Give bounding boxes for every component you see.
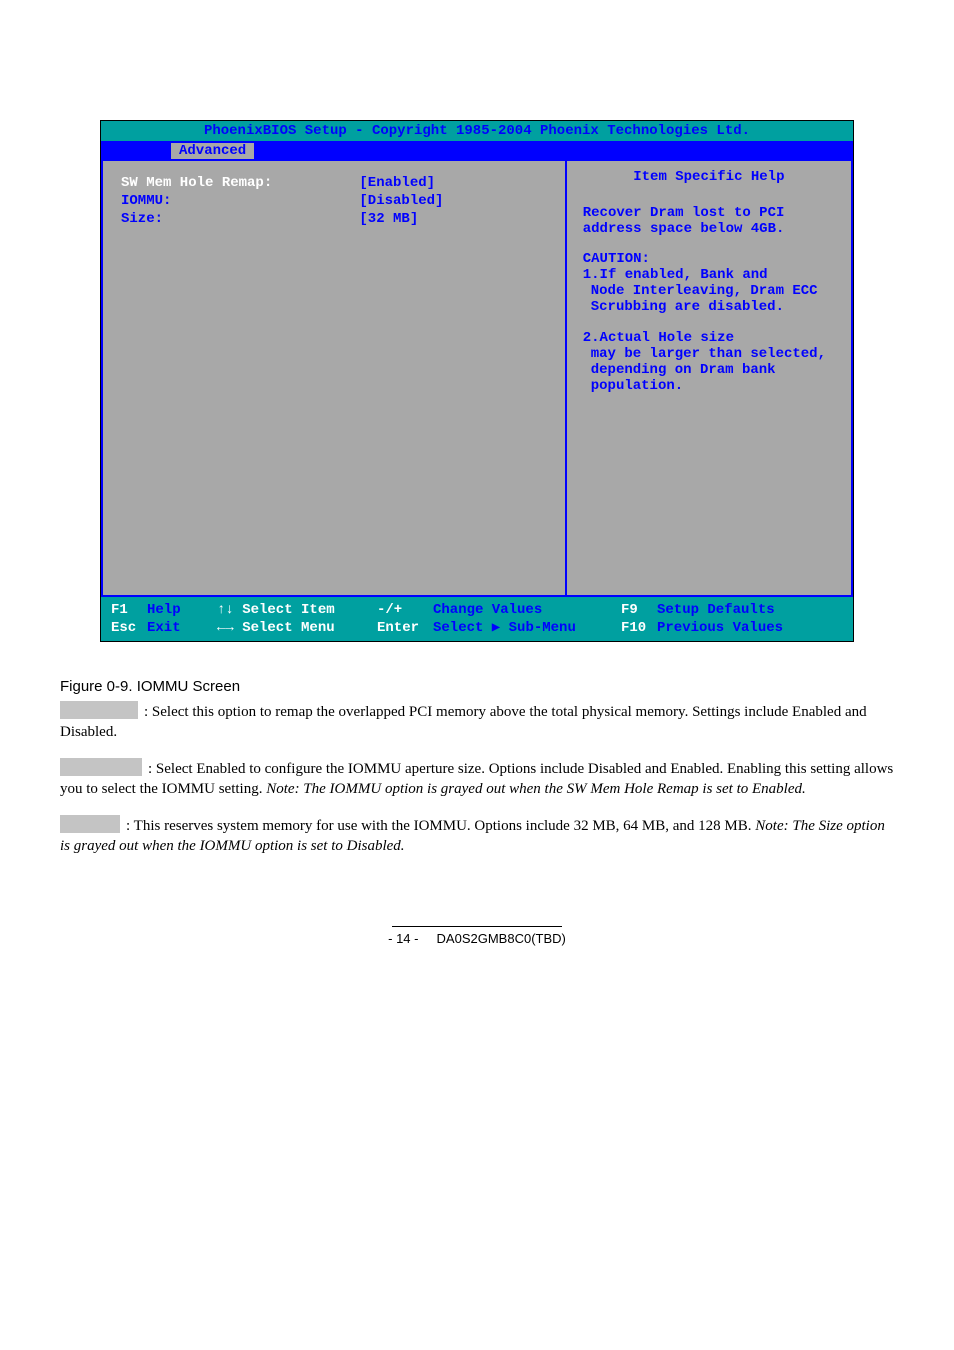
bios-help-title: Item Specific Help	[583, 169, 835, 185]
bios-item-value: [Disabled]	[359, 193, 443, 209]
bios-item-iommu: IOMMU: [Disabled]	[121, 193, 547, 209]
note-text: Note: The IOMMU option is grayed out whe…	[266, 781, 806, 797]
bios-footer-row1: F1 Help ↑↓ Select Item -/+ Change Values…	[111, 601, 843, 619]
bios-item-sw-mem-hole: SW Mem Hole Remap: [Enabled]	[121, 175, 547, 191]
redacted-label	[60, 758, 142, 776]
bios-item-value: [32 MB]	[359, 211, 418, 227]
bios-item-size: Size: [32 MB]	[121, 211, 547, 227]
bios-title: PhoenixBIOS Setup - Copyright 1985-2004 …	[101, 121, 853, 141]
document-body: Figure 0-9. IOMMU Screen : Select this o…	[50, 678, 904, 856]
bios-body: SW Mem Hole Remap: [Enabled] IOMMU: [Dis…	[101, 161, 853, 597]
bios-help-text: Recover Dram lost to PCI address space b…	[583, 205, 835, 237]
page-number: - 14 -	[388, 931, 418, 946]
bios-tab-advanced: Advanced	[171, 143, 254, 159]
bios-footer-row2: Esc Exit ←→ Select Menu Enter Select ▶ S…	[111, 619, 843, 637]
bios-help-caution: CAUTION: 1.If enabled, Bank and Node Int…	[583, 251, 835, 315]
redacted-label	[60, 815, 120, 833]
redacted-label	[60, 701, 138, 719]
doc-id: DA0S2GMB8C0(TBD)	[437, 931, 566, 946]
figure-caption: Figure 0-9. IOMMU Screen	[60, 678, 894, 695]
footer-divider	[392, 926, 562, 927]
bios-menubar: Advanced	[101, 141, 853, 161]
paragraph-iommu: : Select Enabled to configure the IOMMU …	[60, 758, 894, 799]
bios-footer: F1 Help ↑↓ Select Item -/+ Change Values…	[101, 597, 853, 641]
bios-item-value: [Enabled]	[359, 175, 435, 191]
bios-help-pane: Item Specific Help Recover Dram lost to …	[567, 161, 851, 595]
bios-item-label: IOMMU:	[121, 193, 359, 209]
paragraph-sw-mem-hole: : Select this option to remap the overla…	[60, 701, 894, 742]
bios-screenshot: PhoenixBIOS Setup - Copyright 1985-2004 …	[100, 120, 854, 642]
bios-item-label: SW Mem Hole Remap:	[121, 175, 359, 191]
bios-settings-pane: SW Mem Hole Remap: [Enabled] IOMMU: [Dis…	[103, 161, 567, 595]
bios-item-label: Size:	[121, 211, 359, 227]
page-footer: - 14 - DA0S2GMB8C0(TBD)	[50, 926, 904, 976]
bios-help-caution2: 2.Actual Hole size may be larger than se…	[583, 330, 835, 394]
paragraph-size: : This reserves system memory for use wi…	[60, 815, 894, 856]
